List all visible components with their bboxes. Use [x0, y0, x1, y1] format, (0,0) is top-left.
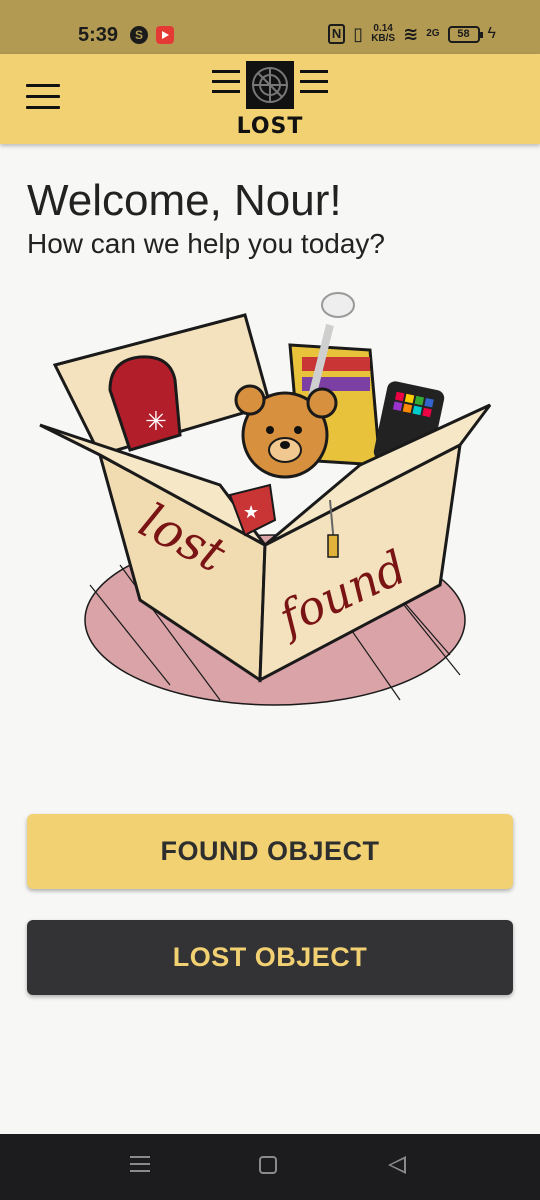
vibrate-icon: ▯: [353, 24, 364, 44]
menu-line-icon: [26, 95, 60, 98]
back-icon[interactable]: [388, 1156, 406, 1174]
home-icon[interactable]: [259, 1156, 277, 1174]
lost-found-box-illustration: ✳ ★ lost found: [30, 285, 510, 715]
svg-text:✳: ✳: [145, 406, 167, 436]
menu-line-icon: [26, 106, 60, 109]
menu-line-icon: [26, 84, 60, 87]
lost-object-button[interactable]: LOST OBJECT: [27, 920, 513, 995]
wifi-icon: ≋: [403, 24, 419, 44]
welcome-subtitle: How can we help you today?: [27, 228, 385, 259]
battery-icon: 58: [447, 25, 483, 43]
app-logo: LOST: [210, 60, 330, 140]
logo-left-lines: [212, 70, 240, 100]
logo-emblem-icon: [246, 61, 294, 109]
logo-right-lines: [300, 70, 328, 100]
status-bar: 5:39 S N ▯ 0.14 KB/S ≋ 2G 58 ϟ: [0, 0, 540, 54]
found-object-button[interactable]: FOUND OBJECT: [27, 814, 513, 889]
youtube-icon: [156, 26, 174, 44]
logo-text: LOST: [236, 114, 304, 139]
charging-icon: ϟ: [487, 25, 496, 42]
hamburger-menu-button[interactable]: [26, 84, 60, 110]
system-nav-bar: [0, 1134, 540, 1200]
recent-apps-icon[interactable]: [130, 1156, 150, 1177]
network-speed-unit: KB/S: [371, 33, 396, 44]
svg-text:★: ★: [243, 502, 259, 522]
status-time: 5:39: [78, 24, 119, 46]
app-bar: LOST: [0, 54, 540, 144]
network-speed: 0.14 KB/S: [371, 24, 395, 44]
status-indicators: N ▯ 0.14 KB/S ≋ 2G 58 ϟ: [327, 24, 496, 44]
network-type: 2G: [426, 28, 440, 39]
s-app-icon: S: [130, 26, 148, 44]
welcome-title: Welcome, Nour!: [27, 176, 342, 225]
nfc-icon: N: [327, 24, 346, 44]
